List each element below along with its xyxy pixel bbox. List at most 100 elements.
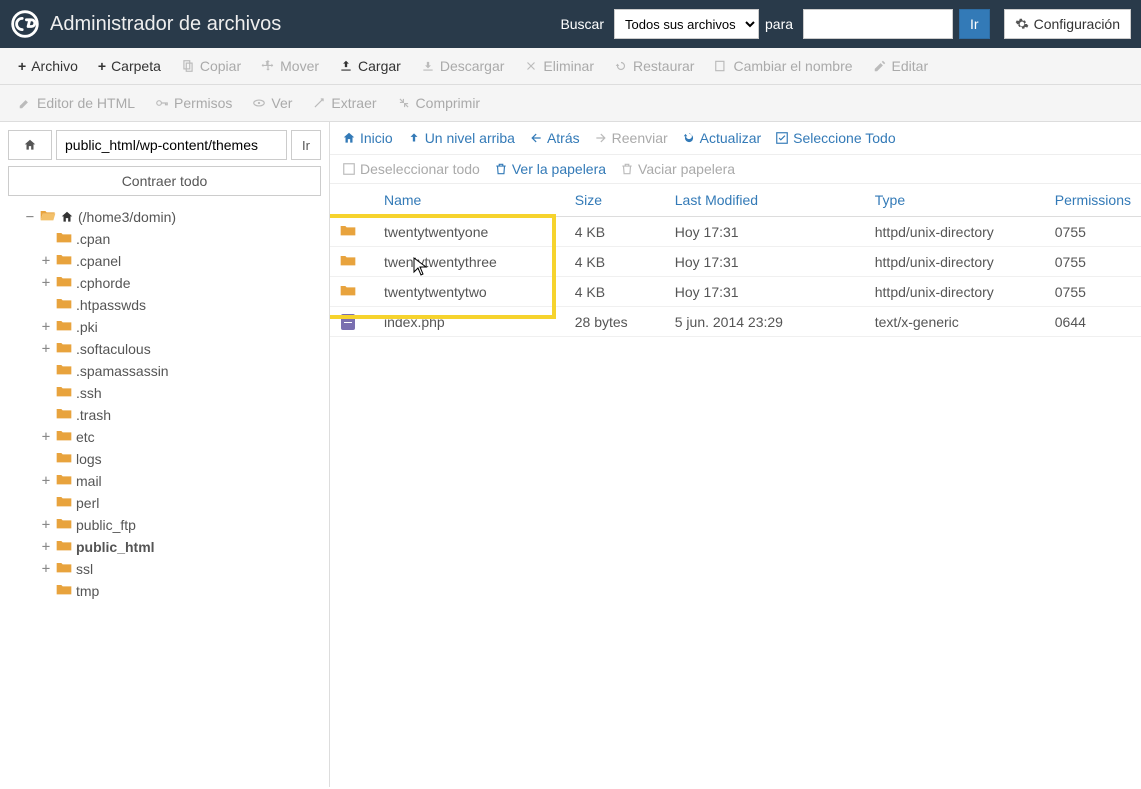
tree-item[interactable]: .htpasswds (40, 294, 321, 316)
view-button[interactable]: Ver (242, 89, 302, 117)
tree-item-label: .cphorde (76, 272, 130, 294)
search-for-label: para (765, 16, 793, 32)
empty-square-icon (342, 162, 356, 176)
toolbar-primary: +Archivo +Carpeta Copiar Mover Cargar De… (0, 48, 1141, 85)
nav-select-all-button[interactable]: Seleccione Todo (775, 130, 895, 146)
up-arrow-icon (407, 131, 421, 145)
folder-icon (56, 294, 72, 316)
nav-forward-button[interactable]: Reenviar (594, 130, 668, 146)
tree-item[interactable]: + ssl (40, 558, 321, 580)
tree-item[interactable]: +etc (40, 426, 321, 448)
tree-toggle-plus-icon[interactable]: + (40, 514, 52, 536)
html-editor-button[interactable]: Editor de HTML (8, 89, 145, 117)
restore-button[interactable]: Restaurar (604, 52, 704, 80)
nav-back-button[interactable]: Atrás (529, 130, 580, 146)
tree-item-label: ssl (76, 558, 93, 580)
search-go-button[interactable]: Ir (959, 9, 990, 39)
folder-icon (330, 217, 374, 247)
tree-item[interactable]: tmp (40, 580, 321, 602)
folder-icon (56, 250, 72, 272)
folder-tree: − (/home3/domin) .cpan+.cpanel+.cphorde.… (8, 206, 321, 602)
eye-icon (252, 96, 266, 110)
edit-button[interactable]: Editar (863, 52, 939, 80)
cell-size: 28 bytes (565, 307, 665, 337)
search-input[interactable] (803, 9, 953, 39)
search-scope-select[interactable]: Todos sus archivos (614, 9, 759, 39)
table-row[interactable]: twentytwentythree4 KBHoy 17:31httpd/unix… (330, 247, 1141, 277)
collapse-all-button[interactable]: Contraer todo (8, 166, 321, 196)
move-button[interactable]: Mover (251, 52, 329, 80)
copy-button[interactable]: Copiar (171, 52, 251, 80)
empty-trash-button[interactable]: Vaciar papelera (620, 161, 735, 177)
tree-item-label: .softaculous (76, 338, 151, 360)
tree-toggle-plus-icon[interactable]: + (40, 316, 52, 338)
cell-type: httpd/unix-directory (865, 247, 1045, 277)
tree-item[interactable]: .ssh (40, 382, 321, 404)
html-editor-icon (18, 96, 32, 110)
table-row[interactable]: index.php28 bytes5 jun. 2014 23:29text/x… (330, 307, 1141, 337)
tree-toggle-plus-icon[interactable]: + (40, 558, 52, 580)
table-row[interactable]: twentytwentyone4 KBHoy 17:31httpd/unix-d… (330, 217, 1141, 247)
tree-item[interactable]: .trash (40, 404, 321, 426)
nav-home-button[interactable]: Inicio (342, 130, 393, 146)
path-go-button[interactable]: Ir (291, 130, 321, 160)
tree-toggle-plus-icon[interactable]: + (40, 470, 52, 492)
upload-button[interactable]: Cargar (329, 52, 411, 80)
folder-icon (56, 514, 72, 536)
extract-icon (312, 96, 326, 110)
tree-item[interactable]: .cpan (40, 228, 321, 250)
tree-root[interactable]: − (/home3/domin) (24, 206, 321, 228)
path-home-button[interactable] (8, 130, 52, 160)
view-trash-button[interactable]: Ver la papelera (494, 161, 606, 177)
tree-root-label: (/home3/domin) (78, 206, 176, 228)
tree-toggle-plus-icon[interactable]: + (40, 338, 52, 360)
folder-icon (56, 448, 72, 470)
download-button[interactable]: Descargar (411, 52, 515, 80)
gear-icon (1015, 17, 1029, 31)
cpanel-logo-icon (10, 9, 40, 39)
table-row[interactable]: twentytwentytwo4 KBHoy 17:31httpd/unix-d… (330, 277, 1141, 307)
col-modified[interactable]: Last Modified (665, 184, 865, 217)
nav-reload-button[interactable]: Actualizar (682, 130, 761, 146)
tree-item[interactable]: + .cphorde (40, 272, 321, 294)
col-type[interactable]: Type (865, 184, 1045, 217)
tree-item[interactable]: + .softaculous (40, 338, 321, 360)
cell-modified: Hoy 17:31 (665, 217, 865, 247)
folder-icon (56, 470, 72, 492)
cell-size: 4 KB (565, 247, 665, 277)
tree-toggle-plus-icon[interactable]: + (40, 536, 52, 558)
col-icon[interactable] (330, 184, 374, 217)
deselect-all-button[interactable]: Deseleccionar todo (342, 161, 480, 177)
tree-item[interactable]: +.pki (40, 316, 321, 338)
tree-item[interactable]: .spamassassin (40, 360, 321, 382)
col-size[interactable]: Size (565, 184, 665, 217)
back-arrow-icon (529, 131, 543, 145)
tree-item[interactable]: perl (40, 492, 321, 514)
tree-item[interactable]: +public_html (40, 536, 321, 558)
tree-item[interactable]: logs (40, 448, 321, 470)
permissions-button[interactable]: Permisos (145, 89, 242, 117)
cell-type: httpd/unix-directory (865, 277, 1045, 307)
tree-toggle-plus-icon[interactable]: + (40, 272, 52, 294)
nav-up-button[interactable]: Un nivel arriba (407, 130, 515, 146)
check-square-icon (775, 131, 789, 145)
key-icon (155, 96, 169, 110)
settings-button[interactable]: Configuración (1004, 9, 1131, 39)
tree-item-label: .htpasswds (76, 294, 146, 316)
compress-button[interactable]: Comprimir (387, 89, 491, 117)
tree-item-label: mail (76, 470, 102, 492)
col-permissions[interactable]: Permissions (1045, 184, 1141, 217)
tree-toggle-plus-icon[interactable]: + (40, 250, 52, 272)
col-name[interactable]: Name (374, 184, 565, 217)
tree-item[interactable]: +.cpanel (40, 250, 321, 272)
tree-toggle-minus-icon[interactable]: − (24, 206, 36, 228)
tree-toggle-plus-icon[interactable]: + (40, 426, 52, 448)
new-file-button[interactable]: +Archivo (8, 52, 88, 80)
delete-button[interactable]: Eliminar (514, 52, 604, 80)
tree-item[interactable]: + mail (40, 470, 321, 492)
tree-item[interactable]: +public_ftp (40, 514, 321, 536)
rename-button[interactable]: Cambiar el nombre (704, 52, 862, 80)
new-folder-button[interactable]: +Carpeta (88, 52, 171, 80)
extract-button[interactable]: Extraer (302, 89, 386, 117)
path-input[interactable] (56, 130, 287, 160)
